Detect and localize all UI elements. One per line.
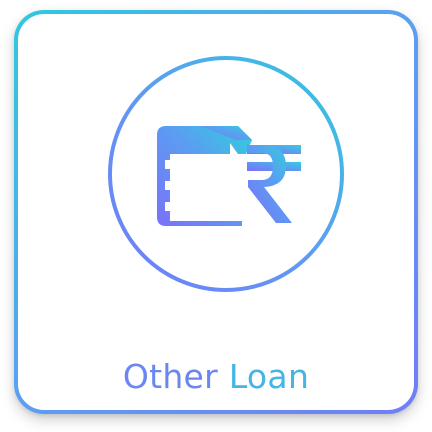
- label-word-loan: Loan: [228, 357, 310, 396]
- label-word-other: Other: [122, 357, 219, 396]
- card-label: Other Loan: [14, 355, 418, 399]
- other-loan-card[interactable]: [14, 10, 418, 414]
- app-stage: Other Loan: [0, 0, 432, 432]
